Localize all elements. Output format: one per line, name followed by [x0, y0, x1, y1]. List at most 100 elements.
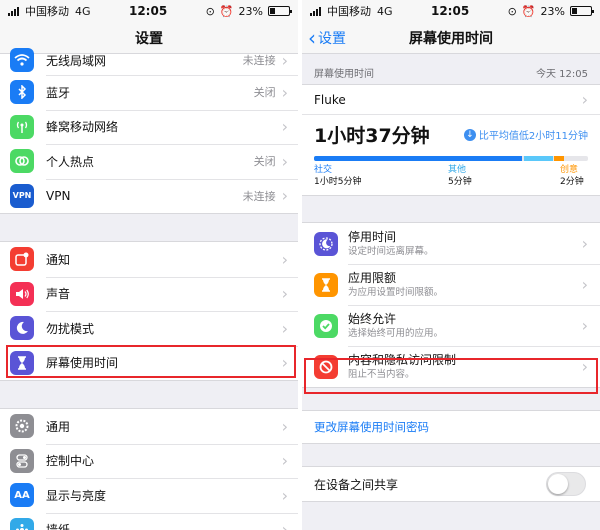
- usage-bar-segment-social: [314, 156, 523, 161]
- hourglass-icon: [314, 272, 338, 297]
- battery-percent: 23%: [540, 4, 565, 18]
- chevron-right-icon: ›: [281, 416, 288, 436]
- device-name: Fluke: [314, 92, 346, 107]
- feature-subtitle: 设定时间远离屏幕。: [348, 245, 434, 257]
- toggles-icon: [10, 448, 34, 473]
- back-button[interactable]: ‹ 设置: [308, 22, 346, 54]
- gear-icon: [10, 414, 34, 439]
- battery-icon: [267, 6, 292, 16]
- usage-comparison-text: 比平均值低2小时11分钟: [478, 131, 588, 142]
- settings-row-dnd[interactable]: 勿扰模式 ›: [0, 311, 298, 346]
- chevron-right-icon: ›: [281, 318, 288, 338]
- settings-row-vpn[interactable]: VPN VPN 未连接 ›: [0, 178, 298, 214]
- check-badge-icon: [314, 313, 338, 338]
- network-label: 4G: [75, 4, 91, 18]
- share-toggle[interactable]: [546, 472, 586, 496]
- feature-row-always-allowed[interactable]: 始终允许 选择始终可用的应用。 ›: [302, 305, 600, 346]
- settings-row-label: 无线局域网: [46, 53, 107, 68]
- chevron-right-icon: ›: [281, 151, 288, 171]
- screenshot-composite: 中国移动 4G 12:05 ⊙ ⏰ 23% 设置 无线局域网 未连接 › 蓝牙 …: [0, 0, 600, 530]
- legend-amount: 2分钟: [560, 177, 584, 187]
- settings-screen: 中国移动 4G 12:05 ⊙ ⏰ 23% 设置 无线局域网 未连接 › 蓝牙 …: [0, 0, 298, 530]
- settings-row-display[interactable]: AA 显示与亮度 ›: [0, 478, 298, 513]
- carrier-label: 中国移动: [327, 5, 371, 18]
- feature-subtitle: 选择始终可用的应用。: [348, 327, 444, 339]
- settings-row-general[interactable]: 通用 ›: [0, 409, 298, 444]
- cellular-icon: [10, 114, 34, 139]
- legend-amount: 5分钟: [448, 177, 472, 187]
- hotspot-icon: [10, 149, 34, 174]
- feature-row-downtime[interactable]: 停用时间 设定时间远离屏幕。 ›: [302, 223, 600, 264]
- settings-row-label: 蜂窝移动网络: [46, 120, 119, 135]
- wifi-icon: [10, 48, 34, 72]
- carrier-label: 中国移动: [25, 5, 69, 18]
- alarm-icon: ⏰: [521, 4, 536, 18]
- share-group: 在设备之间共享: [302, 466, 600, 502]
- settings-row-control-center[interactable]: 控制中心 ›: [0, 443, 298, 479]
- settings-row-cellular[interactable]: 蜂窝移动网络 ›: [0, 109, 298, 145]
- battery-icon: [569, 6, 594, 16]
- down-arrow-icon: ↓: [463, 128, 476, 141]
- feature-title: 应用限额: [348, 270, 397, 285]
- feature-row-app-limits[interactable]: 应用限额 为应用设置时间限额。 ›: [302, 264, 600, 305]
- clock: 12:05: [128, 4, 168, 18]
- settings-row-wifi[interactable]: 无线局域网 未连接 ›: [0, 45, 298, 75]
- feature-subtitle: 为应用设置时间限额。: [348, 286, 444, 298]
- settings-row-label: 声音: [46, 287, 71, 302]
- chevron-right-icon: ›: [281, 284, 288, 304]
- settings-row-value: 未连接: [242, 189, 276, 203]
- screen-time-screen: 中国移动 4G 12:05 ⊙ ⏰ 23% ‹ 设置 屏幕使用时间 屏幕使用时间 …: [302, 0, 600, 530]
- chevron-right-icon: ›: [581, 90, 588, 109]
- settings-row-value: 关闭: [253, 86, 276, 100]
- chevron-right-icon: ›: [281, 451, 288, 471]
- device-row[interactable]: Fluke ›: [302, 85, 600, 115]
- settings-row-bluetooth[interactable]: 蓝牙 关闭 ›: [0, 75, 298, 110]
- settings-row-label: VPN: [46, 188, 71, 203]
- settings-row-hotspot[interactable]: 个人热点 关闭 ›: [0, 144, 298, 179]
- usage-caption-label: 屏幕使用时间: [314, 69, 374, 80]
- downtime-icon: [314, 231, 338, 256]
- settings-row-sounds[interactable]: 声音 ›: [0, 276, 298, 312]
- usage-comparison: ↓ 比平均值低2小时11分钟: [463, 127, 588, 142]
- page-title: 屏幕使用时间: [409, 30, 493, 47]
- settings-group-connectivity: 无线局域网 未连接 › 蓝牙 关闭 › 蜂窝移动网络 › 个人热点 关闭 › V…: [0, 44, 298, 214]
- chevron-right-icon: ›: [281, 82, 288, 102]
- chevron-right-icon: ›: [581, 234, 588, 253]
- usage-summary[interactable]: 1小时37分钟 ↓ 比平均值低2小时11分钟 社交 1小时5分钟 其他 5分钟 …: [302, 115, 600, 195]
- vpn-icon: VPN: [10, 183, 34, 208]
- usage-bar-segment-other: [523, 156, 553, 161]
- legend-creativity: 创意 2分钟: [560, 164, 584, 188]
- legend-category: 社交: [314, 165, 333, 175]
- change-passcode-link[interactable]: 更改屏幕使用时间密码: [302, 411, 600, 443]
- share-across-devices-row: 在设备之间共享: [302, 467, 600, 501]
- settings-row-notifications[interactable]: 通知 ›: [0, 242, 298, 277]
- total-usage: 1小时37分钟: [314, 125, 430, 147]
- settings-row-label: 控制中心: [46, 454, 95, 469]
- settings-row-label: 墙纸: [46, 521, 282, 530]
- settings-row-label: 蓝牙: [46, 85, 71, 100]
- chevron-right-icon: ›: [581, 275, 588, 294]
- legend-social: 社交 1小时5分钟: [314, 164, 448, 188]
- display-icon: AA: [10, 483, 34, 508]
- orientation-lock-icon: ⊙: [205, 4, 215, 18]
- legend-other: 其他 5分钟: [448, 164, 560, 188]
- chevron-right-icon: ›: [281, 249, 288, 269]
- wallpaper-icon: [10, 517, 34, 530]
- chevron-left-icon: ‹: [308, 26, 316, 50]
- settings-group-general: 通用 › 控制中心 › AA 显示与亮度 › 墙纸 ›: [0, 408, 298, 530]
- usage-legend: 社交 1小时5分钟 其他 5分钟 创意 2分钟: [314, 164, 588, 188]
- feature-title: 始终允许: [348, 311, 397, 326]
- settings-row-label: 通用: [46, 419, 71, 434]
- chevron-right-icon: ›: [281, 50, 288, 70]
- usage-card: Fluke › 1小时37分钟 ↓ 比平均值低2小时11分钟 社交 1小时5分钟…: [302, 84, 600, 196]
- content-privacy-highlight: [304, 358, 598, 394]
- feature-title: 停用时间: [348, 229, 397, 244]
- back-label: 设置: [318, 31, 346, 47]
- share-label: 在设备之间共享: [314, 477, 399, 492]
- settings-row-wallpaper[interactable]: 墙纸 ›: [0, 512, 298, 530]
- signal-icon: [310, 6, 321, 16]
- status-bar: 中国移动 4G 12:05 ⊙ ⏰ 23%: [0, 0, 298, 22]
- settings-row-label: 通知: [46, 252, 71, 267]
- legend-amount: 1小时5分钟: [314, 177, 362, 187]
- settings-row-label: 勿扰模式: [46, 321, 95, 336]
